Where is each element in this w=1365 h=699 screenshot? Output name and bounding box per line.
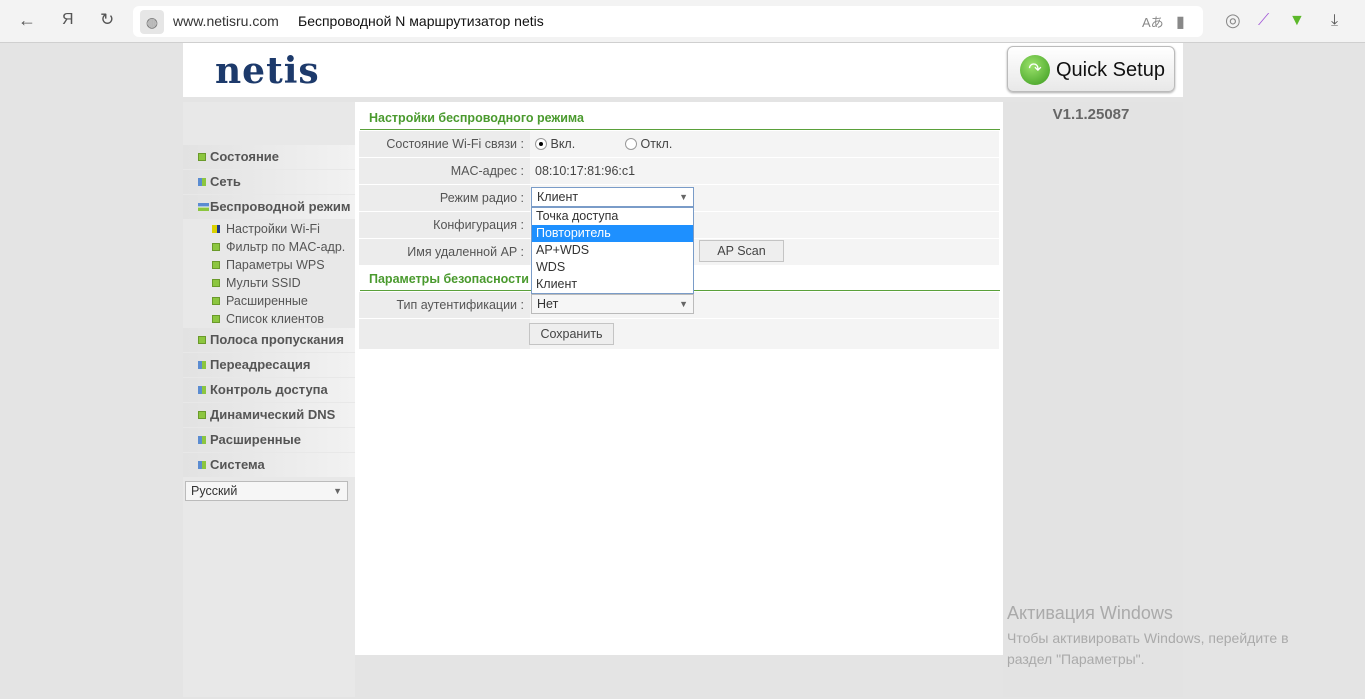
radio-mode-value: Клиент xyxy=(537,190,579,204)
mac-label: MAC-адрес : xyxy=(359,158,530,184)
subitem-label: Фильтр по MAC-адр. xyxy=(226,240,346,254)
option-ap-wds[interactable]: AP+WDS xyxy=(532,242,693,259)
windows-activation-title: Активация Windows xyxy=(1007,603,1173,623)
wifi-on-label: Вкл. xyxy=(550,137,576,151)
row-save xyxy=(359,319,999,349)
sidebar-item-ddns[interactable]: Динамический DNS xyxy=(183,403,355,427)
subitem-label: Параметры WPS xyxy=(226,258,325,272)
quick-setup-label: Quick Setup xyxy=(1056,59,1165,81)
sidebar-item-label: Полоса пропускания xyxy=(210,332,344,347)
wifi-off-radio[interactable] xyxy=(625,138,637,150)
row-wifi-state: Состояние Wi-Fi связи : Вкл. Откл. xyxy=(359,131,999,157)
plus-icon xyxy=(212,243,220,251)
grid-icon xyxy=(198,178,206,186)
windows-activation-text: Чтобы активировать Windows, перейдите в … xyxy=(1007,630,1289,667)
refresh-arrow-icon: ↷ xyxy=(1020,55,1050,85)
reload-icon[interactable]: ↻ xyxy=(100,10,114,30)
grid-icon xyxy=(198,361,206,369)
subitem-label: Мульти SSID xyxy=(226,276,301,290)
alice-icon[interactable]: ◎ xyxy=(1225,10,1241,31)
chevron-down-icon: ▼ xyxy=(333,486,342,496)
sidebar-item-label: Переадресация xyxy=(210,357,311,372)
address-bar[interactable] xyxy=(133,6,1203,37)
plus-icon xyxy=(212,279,220,287)
extension-icon[interactable]: ▼ xyxy=(1289,12,1305,30)
sidebar-item-system[interactable]: Система xyxy=(183,453,355,477)
bookmark-icon[interactable]: ▮ xyxy=(1176,12,1185,32)
grid-icon xyxy=(198,461,206,469)
auth-type-value: Нет xyxy=(537,297,559,311)
ap-scan-button[interactable]: AP Scan xyxy=(699,240,784,262)
sidebar-subitem-clients[interactable]: Список клиентов xyxy=(212,310,324,328)
netis-logo: netis xyxy=(215,50,320,92)
language-value: Русский xyxy=(191,484,238,498)
save-button[interactable]: Сохранить xyxy=(529,323,614,345)
option-access-point[interactable]: Точка доступа xyxy=(532,208,693,225)
yandex-icon[interactable]: Я xyxy=(62,11,74,29)
remote-ap-label: Имя удаленной AP : xyxy=(359,239,530,265)
grid-icon xyxy=(198,436,206,444)
sidebar-item-wireless[interactable]: Беспроводной режим xyxy=(183,195,355,219)
option-wds[interactable]: WDS xyxy=(532,259,693,276)
sidebar-item-label: Система xyxy=(210,457,265,472)
plus-icon xyxy=(212,315,220,323)
sidebar-subitem-wifi-settings[interactable]: Настройки Wi-Fi xyxy=(212,220,320,238)
sidebar-item-label: Беспроводной режим xyxy=(210,199,351,214)
plus-icon xyxy=(198,336,206,344)
url-text[interactable]: www.netisru.com xyxy=(173,13,279,29)
sidebar-item-forwarding[interactable]: Переадресация xyxy=(183,353,355,377)
globe-icon: ◍ xyxy=(140,10,164,34)
mac-value: 08:10:17:81:96:c1 xyxy=(530,158,999,184)
sidebar-item-bandwidth[interactable]: Полоса пропускания xyxy=(183,328,355,352)
section-wireless-settings: Настройки беспроводного режима xyxy=(360,104,1000,130)
sidebar-item-label: Сеть xyxy=(210,174,241,189)
plus-icon xyxy=(198,411,206,419)
chevron-down-icon: ▼ xyxy=(679,192,688,202)
subitem-label: Список клиентов xyxy=(226,312,324,326)
subitem-label: Расширенные xyxy=(226,294,308,308)
chevron-down-icon: ▼ xyxy=(679,299,688,309)
radio-mode-dropdown: Точка доступа Повторитель AP+WDS WDS Кли… xyxy=(531,207,694,294)
sidebar-item-access-control[interactable]: Контроль доступа xyxy=(183,378,355,402)
active-arrow-icon xyxy=(212,225,220,233)
plus-icon xyxy=(212,297,220,305)
sidebar-subitem-wps[interactable]: Параметры WPS xyxy=(212,256,325,274)
subitem-label: Настройки Wi-Fi xyxy=(226,222,320,236)
config-label: Конфигурация : xyxy=(359,212,530,238)
wifi-off-label: Откл. xyxy=(640,137,673,151)
language-select[interactable]: Русский ▼ xyxy=(185,481,348,501)
sidebar-item-label: Динамический DNS xyxy=(210,407,336,422)
option-repeater[interactable]: Повторитель xyxy=(532,225,693,242)
radio-mode-label: Режим радио : xyxy=(359,185,530,211)
grid-icon xyxy=(198,386,206,394)
sidebar-item-advanced[interactable]: Расширенные xyxy=(183,428,355,452)
sidebar-subitem-advanced[interactable]: Расширенные xyxy=(212,292,308,310)
radio-mode-select[interactable]: Клиент ▼ xyxy=(531,187,694,207)
auth-type-select[interactable]: Нет ▼ xyxy=(531,294,694,314)
page-title-text: Беспроводной N маршрутизатор netis xyxy=(298,13,544,29)
back-icon[interactable]: ← xyxy=(18,10,36,31)
plus-icon xyxy=(198,153,206,161)
sidebar-item-status[interactable]: Состояние xyxy=(183,145,355,169)
firmware-version: V1.1.25087 xyxy=(1052,106,1130,123)
sidebar-item-label: Расширенные xyxy=(210,432,301,447)
feather-icon[interactable]: ⟋ xyxy=(1258,12,1269,30)
translate-icon[interactable]: Aあ xyxy=(1142,12,1164,31)
sidebar-item-network[interactable]: Сеть xyxy=(183,170,355,194)
option-client[interactable]: Клиент xyxy=(532,276,693,293)
sidebar-item-label: Состояние xyxy=(210,149,280,164)
auth-type-label: Тип аутентификации : xyxy=(359,292,530,318)
row-mac: MAC-адрес : 08:10:17:81:96:c1 xyxy=(359,158,999,184)
plus-icon xyxy=(212,261,220,269)
sidebar-subitem-multi-ssid[interactable]: Мульти SSID xyxy=(212,274,301,292)
quick-setup-button[interactable]: ↷ Quick Setup xyxy=(1007,46,1175,92)
bars-icon xyxy=(198,203,209,211)
sidebar-subitem-mac-filter[interactable]: Фильтр по MAC-адр. xyxy=(212,238,345,256)
wifi-state-label: Состояние Wi-Fi связи : xyxy=(359,131,530,157)
sidebar-item-label: Контроль доступа xyxy=(210,382,328,397)
download-icon[interactable]: ⤓ xyxy=(1331,12,1338,30)
wifi-on-radio[interactable] xyxy=(535,138,547,150)
